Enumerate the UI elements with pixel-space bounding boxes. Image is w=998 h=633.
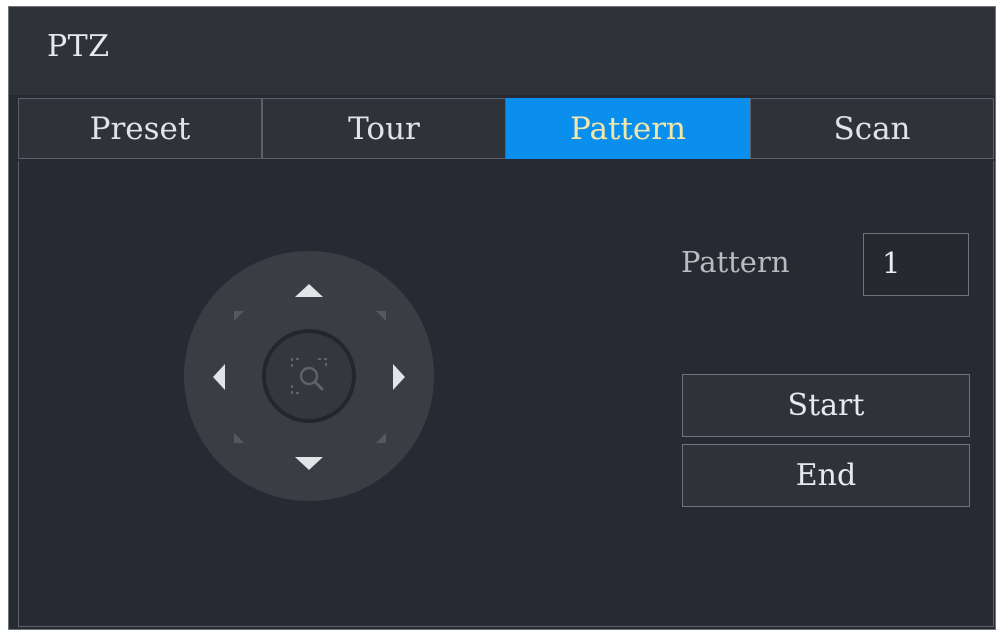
dialog-title: PTZ [47, 29, 110, 64]
pattern-label: Pattern [681, 245, 790, 279]
ptz-direction-pad [184, 251, 434, 501]
end-button[interactable]: End [682, 444, 970, 507]
down-right-arrow-icon[interactable] [374, 431, 388, 445]
pattern-number-input[interactable]: 1 [863, 233, 969, 296]
down-arrow-icon[interactable] [292, 453, 326, 473]
up-left-arrow-icon[interactable] [232, 309, 246, 323]
down-left-arrow-icon[interactable] [232, 431, 246, 445]
zoom-center-button[interactable] [262, 329, 356, 423]
up-right-arrow-icon[interactable] [374, 309, 388, 323]
ptz-dialog: PTZ Preset Tour Pattern Scan Pattern 1 S… [8, 6, 996, 630]
zoom-icon [291, 358, 327, 394]
up-arrow-icon[interactable] [292, 281, 326, 301]
pattern-panel: Pattern 1 Start End [18, 161, 994, 627]
ptz-tabs: Preset Tour Pattern Scan [18, 98, 994, 161]
title-bar[interactable]: PTZ [9, 7, 995, 95]
tab-pattern[interactable]: Pattern [506, 98, 750, 159]
tab-tour[interactable]: Tour [262, 98, 506, 159]
tab-scan[interactable]: Scan [750, 98, 994, 159]
start-button[interactable]: Start [682, 374, 970, 437]
tab-preset[interactable]: Preset [18, 98, 262, 159]
right-arrow-icon[interactable] [389, 361, 409, 393]
left-arrow-icon[interactable] [209, 361, 229, 393]
